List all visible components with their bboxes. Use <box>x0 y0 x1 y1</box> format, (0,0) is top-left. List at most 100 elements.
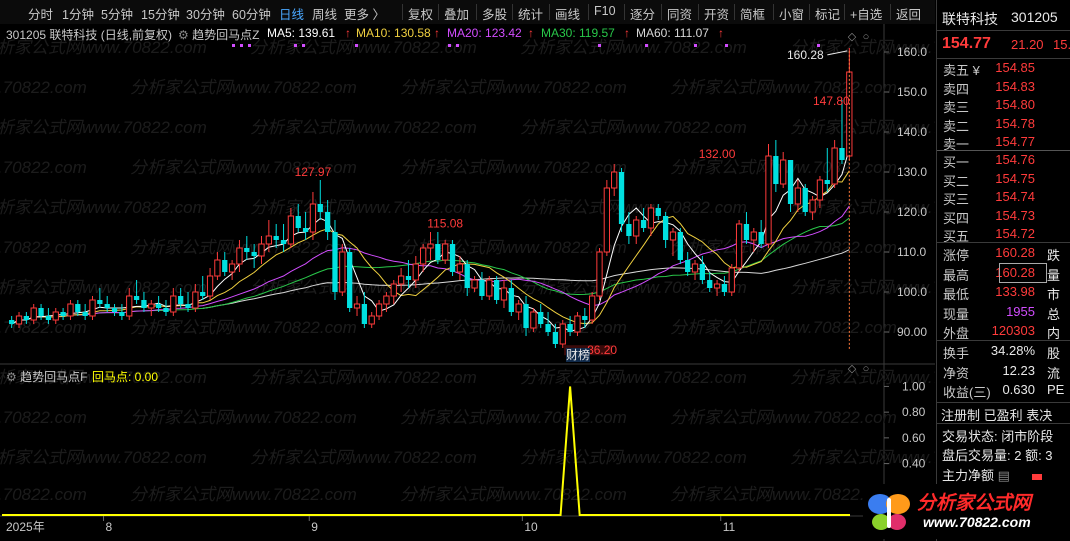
up-arrow-icon: ↑ <box>718 26 724 40</box>
price-axis-label: 110.0 <box>897 245 926 259</box>
bid-row-label: 买四 <box>943 210 970 226</box>
tag-item[interactable]: 表决 <box>1026 408 1052 423</box>
diamond-icon: ◇ <box>848 31 857 43</box>
sub-indicator-value: 回马点: 0.00 <box>92 370 159 384</box>
watermark-text: 分析家公式网www.70822.com <box>130 485 357 504</box>
bid-row-value: 154.73 <box>995 207 1035 223</box>
gear-icon[interactable]: ⚙ <box>6 370 17 384</box>
candle <box>493 276 500 304</box>
gear-icon[interactable]: ⚙ <box>178 28 189 42</box>
signal-dot <box>456 44 459 47</box>
candle-body <box>545 324 551 332</box>
candle-body <box>52 311 59 321</box>
watermark-text: 分析家公式网www.70822.com <box>0 485 87 504</box>
candle <box>332 220 338 300</box>
up-arrow-icon: ↑ <box>434 26 440 40</box>
ask-row-label: 卖五 ¥ <box>943 63 980 78</box>
candle-body <box>420 247 427 265</box>
candle-body <box>265 235 272 245</box>
candle-body <box>685 260 691 272</box>
table-icon[interactable]: ▤ <box>998 468 1010 483</box>
after-hours-volume: 盘后交易量: 2 额: 3 <box>942 448 1053 463</box>
logo-url: www.70822.com <box>923 514 1031 530</box>
candle-body <box>435 244 441 260</box>
candle <box>596 248 603 300</box>
candle-body <box>699 264 706 280</box>
watermark-text: 分析家公式网www.70822.com <box>520 448 747 467</box>
candle-body <box>45 316 52 320</box>
candle <box>618 168 625 232</box>
candle-body <box>339 251 346 293</box>
stat-row-extra: 跌 <box>1047 248 1061 263</box>
watermark-text: 分析家公式网www.70822.com <box>400 78 627 97</box>
candle-body <box>332 232 338 292</box>
stat-row-value: 160.28 <box>995 245 1035 260</box>
candle-body <box>839 148 845 160</box>
watermark-text: 分析家公式网www.70822.com <box>400 158 627 177</box>
candle-body <box>119 312 125 316</box>
candle-body <box>479 280 485 296</box>
watermark-text: 分析家公式网www.70822.com <box>0 158 87 177</box>
main-flow-text: 主力净额 <box>942 468 995 483</box>
candle <box>603 180 610 256</box>
candle-body <box>831 147 838 185</box>
indicator-label: 趋势回马点Z <box>192 28 260 42</box>
watermark-text: 分析家公式网www.70822.com <box>0 78 87 97</box>
price-axis-label: 90.00 <box>897 325 927 339</box>
candle-body <box>508 288 514 312</box>
candle-body <box>82 312 88 316</box>
candle-body <box>523 304 529 328</box>
last-price: 154.77 <box>942 35 991 52</box>
ma30-label: MA30: 119.57 <box>541 26 615 40</box>
stat-row-value: 1955 <box>1006 303 1035 319</box>
tag-item[interactable]: 已盈利 <box>984 408 1023 423</box>
signal-dot <box>817 44 820 47</box>
candle-body <box>449 244 456 272</box>
candle-body <box>721 284 728 292</box>
candle-body <box>280 240 287 244</box>
time-axis-label: 8 <box>106 520 113 534</box>
time-axis-label: 10 <box>524 520 538 534</box>
stat-row-value: 120303 <box>991 323 1035 338</box>
watermark-text: 分析家公式网www.70822.com <box>0 408 87 427</box>
candle-body <box>456 263 464 273</box>
watermark-text: 分析家公式网www.70822.com <box>400 485 627 504</box>
signal-dot <box>232 44 235 47</box>
candle-body <box>538 312 544 324</box>
candle-body <box>302 228 309 232</box>
price-axis-label: 140.0 <box>897 125 927 139</box>
stat-row-extra: 市 <box>1047 287 1061 302</box>
high-label: 132.00 <box>699 147 736 161</box>
candle-body <box>640 220 647 228</box>
price-axis-label: 150.0 <box>897 85 927 99</box>
stock-code: 301205 <box>1011 9 1058 25</box>
high-label: 115.08 <box>427 217 463 231</box>
candle <box>347 248 353 312</box>
stat2-row-label: 换手 <box>943 346 970 361</box>
news-badge: 财榜 <box>566 347 590 362</box>
candle-body <box>244 248 250 252</box>
stat2-row-value: 0.630 <box>1002 382 1035 397</box>
candle-body <box>111 308 118 312</box>
candle-body <box>589 295 596 321</box>
candle-body <box>75 304 81 312</box>
sub-axis-label: 1.00 <box>902 379 926 393</box>
signal-dot <box>248 44 251 47</box>
stat2-row-value: 34.28% <box>990 343 1035 358</box>
watermark-text: 分析家公式网www.70822.com <box>250 38 477 57</box>
candle-body <box>368 315 375 325</box>
watermark-text: 分析家公式网www.70822.com <box>130 238 357 257</box>
stat2-row-value: 12.23 <box>1002 362 1035 378</box>
candle-body <box>353 303 361 309</box>
candle-body <box>669 231 677 241</box>
ask-row-label: 卖二 <box>943 118 970 134</box>
watermark-text: 分析家公式网www.70822.com <box>0 278 207 297</box>
stat-row-label: 最低 <box>943 287 970 302</box>
butterfly-icon <box>868 494 910 530</box>
kline-chart[interactable]: 分析家公式网www.70822.com 分析家公式网www.70822.com 分析… <box>0 0 935 541</box>
tag-item[interactable]: 注册制 <box>941 408 980 423</box>
watermark-text: 分析家公式网www.70822.com <box>520 368 747 387</box>
stock-title: 301205 联特科技 (日线,前复权) <box>6 28 173 42</box>
candle-body <box>273 236 279 240</box>
bid-row-value: 154.72 <box>995 226 1035 241</box>
